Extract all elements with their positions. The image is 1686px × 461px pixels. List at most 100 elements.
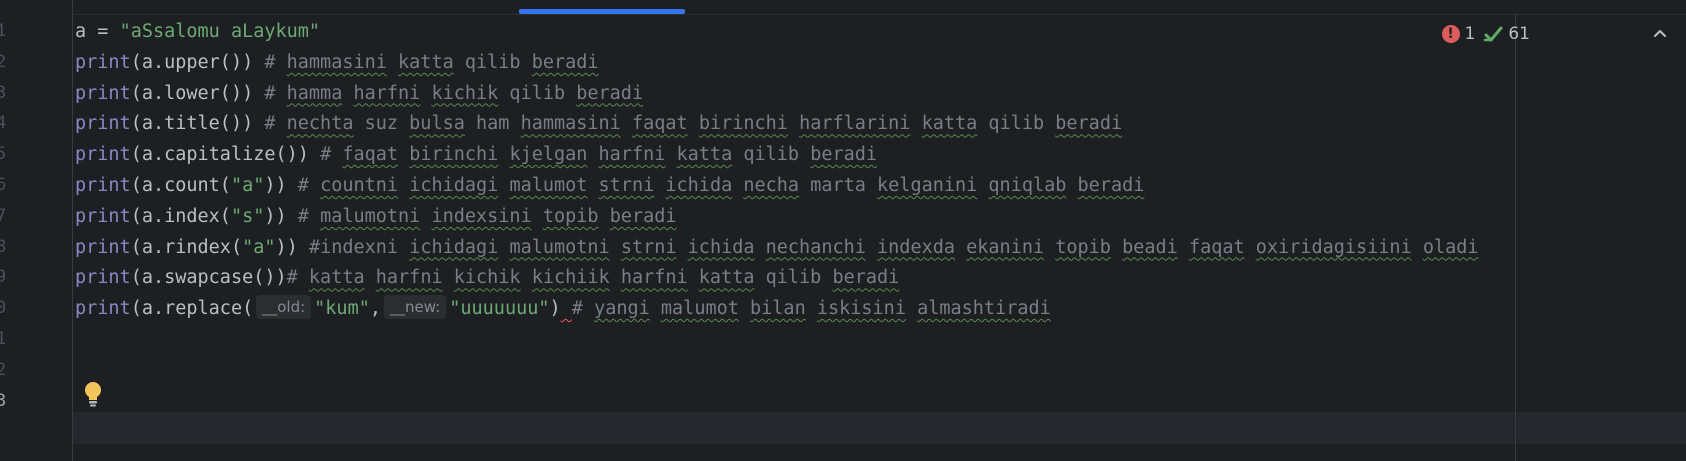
code-line[interactable]: print(a.lower()) # hamma harfni kichik q… [75,77,643,110]
code-token: almashtiradi [917,298,1051,320]
code-token: topib [1055,236,1111,258]
check-icon [1484,26,1503,42]
code-token: hammasini [286,51,387,73]
code-token: indexda [877,236,955,258]
code-token: )) [264,175,298,196]
collapse-inspections-button[interactable] [1648,22,1672,46]
code-token: strni [598,175,655,196]
code-token: # [320,144,343,166]
code-line[interactable]: print(a.index("s")) # malumotni indexsin… [75,200,677,233]
code-token: katta [676,144,733,166]
code-token: beradi [1055,113,1123,135]
line-number-gutter[interactable]: 1234567890123 [0,0,73,461]
line-number[interactable]: 7 [0,200,6,233]
error-count-label: 1 [1464,24,1476,44]
code-token: print [75,298,131,320]
line-number[interactable]: 1 [0,323,6,356]
chevron-up-icon [1654,30,1666,37]
code-token: print [75,205,131,227]
code-token: necha [743,175,800,196]
line-number[interactable]: 8 [0,231,6,264]
code-token: hamma [286,82,343,104]
code-token: # [297,205,321,227]
line-number[interactable]: 9 [0,261,6,294]
code-token: suz [353,113,410,135]
code-token: strni [620,236,677,258]
code-line[interactable]: print(a.capitalize()) # faqat birinchi k… [75,138,877,171]
code-token: (a.replace( [130,298,254,320]
syntax-warning [561,298,572,319]
error-count[interactable]: ! 1 [1441,24,1476,44]
inspection-widget[interactable]: ! 1 61 [1441,21,1530,47]
code-token: # [571,298,595,320]
code-token: indexsini [431,205,532,227]
code-line[interactable]: a = "aSsalomu aLaykum" [75,15,320,48]
code-token: nechanchi [765,236,866,258]
code-token: harfni [598,144,666,166]
code-token: )) [264,205,298,227]
parameter-hint-new: __new: [384,295,447,320]
code-token: kjelgan [509,144,588,166]
line-number[interactable]: 1 [0,15,6,48]
code-token: # [264,51,287,73]
code-line[interactable]: print(a.count("a")) # countni ichidagi m… [75,169,1144,202]
code-token: katta [398,51,454,73]
code-token: nechta [286,113,354,135]
line-number[interactable]: 5 [0,138,6,171]
line-number[interactable]: 2 [0,354,6,387]
horizontal-scroll-thumb[interactable] [519,9,685,14]
code-token: "a" [230,175,265,196]
code-token: (a.title()) [130,113,265,135]
error-icon: ! [1441,25,1460,43]
code-token: countni [320,175,399,196]
line-number[interactable]: 6 [0,169,6,202]
code-line[interactable]: print(a.replace(__old: "kum", __new: "uuuuu… [75,292,1051,325]
code-token: # [264,113,287,135]
code-line[interactable]: print(a.swapcase())# katta harfni kichik… [75,261,899,294]
code-token: "a" [242,236,276,258]
code-token: yangi [594,298,650,320]
line-number[interactable]: 2 [0,46,6,79]
code-token: harflarini [799,113,911,135]
code-token: beadi [1122,236,1178,258]
code-line[interactable]: print(a.upper()) # hammasini katta qilib… [75,46,599,79]
line-number[interactable]: 3 [0,77,6,110]
code-token: beradi [832,267,900,289]
intention-bulb[interactable] [82,380,104,408]
code-token: ichida [687,236,755,258]
line-number[interactable]: 3 [0,385,6,418]
code-line[interactable]: print(a.rindex("a")) #indexni ichidagi m… [75,231,1479,264]
parameter-hint-old: __old: [256,295,312,320]
code-line[interactable]: print(a.title()) # nechta suz bulsa ham … [75,107,1122,140]
code-token: harfni [375,267,443,289]
check-count[interactable]: 61 [1483,24,1530,44]
code-editor[interactable]: 1234567890123 a = "aSsalomu aLaykum" prin… [0,0,1686,461]
code-token: print [75,175,131,196]
line-number[interactable]: 0 [0,292,6,325]
code-token: print [75,113,131,135]
line-number[interactable]: 4 [0,107,6,140]
code-token: print [75,82,131,104]
code-token: ichidagi [409,236,499,258]
code-token: topib [542,205,599,227]
code-token: faqat [631,113,688,135]
code-token: # [264,82,287,104]
code-token: birinchi [409,144,499,166]
code-token: ichida [665,175,733,196]
